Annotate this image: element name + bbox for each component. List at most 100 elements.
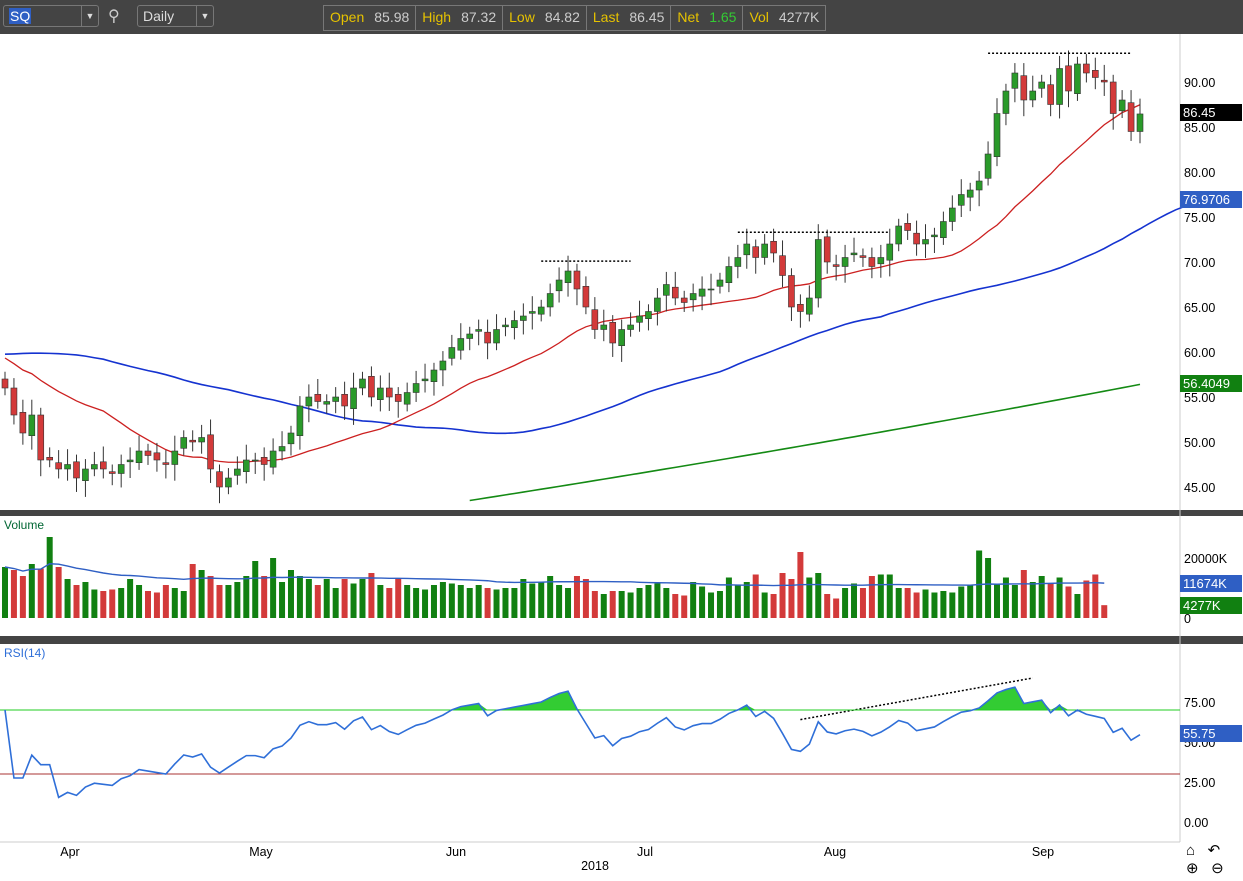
candle-body (108, 471, 116, 474)
candle-body (940, 221, 947, 239)
candle-body (296, 405, 304, 437)
candle (1092, 57, 1099, 90)
volume-bar (636, 588, 643, 618)
volume-bar (708, 592, 715, 618)
volume-bar (600, 594, 607, 618)
candle-body (654, 297, 661, 312)
volume-bar (922, 589, 929, 618)
volume-panel-label: Volume (4, 518, 45, 532)
volume-bar (725, 577, 732, 618)
candle-body (806, 297, 813, 315)
candle (654, 288, 661, 326)
candle (645, 304, 652, 331)
volume-bar (833, 598, 840, 618)
candle-body (207, 434, 214, 470)
candle-body (591, 309, 599, 330)
price-tick-label: 90.00 (1184, 76, 1215, 90)
candle-body (698, 288, 706, 297)
candle-body (582, 286, 590, 308)
volume-bar (1083, 580, 1090, 618)
candle (234, 456, 241, 485)
volume-bar (484, 588, 491, 618)
candle-body (377, 387, 384, 400)
candle-body (573, 270, 581, 290)
candle (19, 399, 27, 445)
candle (1038, 74, 1045, 98)
candle (591, 297, 599, 339)
candle (28, 399, 36, 450)
search-icon[interactable]: ⚲ (108, 6, 120, 26)
candle (430, 362, 438, 396)
quote-vol: Vol 4277K (743, 6, 825, 30)
candle (260, 447, 268, 481)
candle (618, 319, 625, 362)
candle-body (305, 396, 313, 407)
volume-bar (225, 585, 232, 618)
candle (225, 468, 232, 495)
volume-bar (55, 567, 62, 618)
period-value: Daily (143, 8, 175, 24)
candle (966, 182, 974, 212)
period-select[interactable]: Daily ▼ (137, 5, 214, 27)
zoom-out-icon[interactable]: ⊖ (1211, 860, 1224, 877)
candle-body (931, 234, 938, 238)
candle (975, 171, 983, 207)
candle-body (448, 347, 456, 359)
candle-body (663, 284, 670, 296)
volume-bar (565, 588, 572, 618)
candle (216, 464, 223, 504)
volume-bar (520, 579, 527, 618)
volume-bar (28, 564, 35, 618)
candle (135, 435, 143, 470)
candle-body (189, 439, 196, 443)
candle (502, 317, 509, 337)
quote-open: Open 85.98 (324, 6, 417, 30)
candle-body (278, 446, 286, 452)
volume-bar (261, 576, 268, 618)
candle (779, 240, 786, 288)
candle-body (770, 241, 777, 254)
candle-body (859, 255, 867, 258)
candle-body (269, 450, 277, 468)
candle (153, 442, 161, 472)
price-chart[interactable]: 90.00 85.00 80.00 75.00 70.00 65.00 60.00 55.00… (0, 34, 1243, 881)
candle-body (350, 387, 357, 410)
candle (439, 351, 447, 387)
volume-bar (985, 558, 992, 618)
candle (761, 234, 768, 265)
home-icon[interactable]: ⌂ (1186, 842, 1195, 859)
volume-bar (207, 576, 214, 618)
x-month-label: Jul (637, 845, 653, 859)
volume-bar (582, 579, 589, 618)
quote-label: Vol (749, 9, 769, 25)
volume-bar (895, 588, 902, 618)
volume-bar (404, 585, 411, 618)
chevron-down-icon[interactable]: ▼ (81, 6, 98, 26)
volume-bar (91, 589, 98, 618)
candle-body (64, 464, 71, 470)
candle (1056, 55, 1063, 119)
volume-bar (859, 588, 866, 618)
zoom-in-icon[interactable]: ⊕ (1186, 860, 1199, 877)
volume-bar (430, 585, 437, 618)
volume-bar (913, 592, 920, 618)
candle (993, 98, 1001, 167)
undo-icon[interactable]: ↶ (1208, 842, 1221, 859)
volume-bar (716, 591, 723, 618)
volume-bar (296, 576, 303, 618)
symbol-input[interactable]: SQ ▼ (3, 5, 99, 27)
volume-bar (46, 537, 53, 618)
candle-body (913, 232, 920, 245)
candle (949, 195, 956, 231)
candle-body (1065, 65, 1072, 92)
volume-bar (493, 589, 500, 618)
quote-label: Net (677, 9, 700, 25)
volume-bar (109, 589, 116, 618)
candle (323, 394, 331, 414)
candle-body (823, 236, 831, 263)
chevron-down-icon[interactable]: ▼ (196, 6, 213, 26)
candle (1029, 75, 1037, 108)
volume-bar (842, 588, 849, 618)
candle (466, 326, 474, 351)
candle-body (618, 329, 625, 347)
